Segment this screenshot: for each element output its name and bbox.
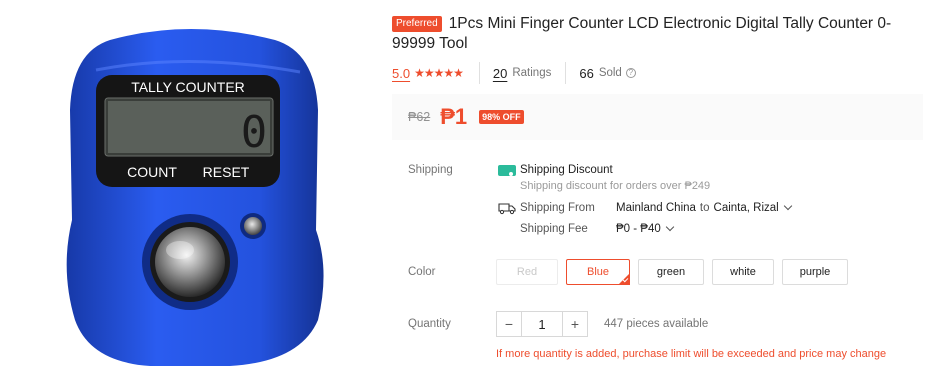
shipping-discount-title: Shipping Discount bbox=[520, 164, 613, 176]
shipping-fee-value: ₱0 - ₱40 bbox=[616, 223, 661, 235]
device-reset-label: RESET bbox=[203, 164, 250, 180]
product-title-row: Preferred 1Pcs Mini Finger Counter LCD El… bbox=[392, 14, 912, 54]
selected-check-icon bbox=[618, 273, 630, 285]
color-option-label: white bbox=[730, 266, 756, 278]
color-option-label: Red bbox=[516, 266, 538, 278]
shipping-from-label: Shipping From bbox=[520, 202, 595, 214]
quantity-input[interactable] bbox=[522, 311, 562, 337]
quantity-warning: If more quantity is added, purchase limi… bbox=[496, 348, 887, 360]
color-label: Color bbox=[408, 266, 436, 278]
color-option-label: purple bbox=[799, 266, 831, 278]
shipping-discount-subtitle: Shipping discount for orders over ₱249 bbox=[520, 180, 711, 192]
device-count-label: COUNT bbox=[127, 164, 177, 180]
available-stock: 447 pieces available bbox=[604, 318, 709, 330]
truck-icon bbox=[498, 203, 516, 215]
color-option-white[interactable]: white bbox=[712, 259, 774, 285]
decrease-quantity-button[interactable]: − bbox=[496, 311, 522, 337]
product-image[interactable]: TALLY COUNTER 0 COUNT RESET bbox=[0, 0, 380, 375]
ratings-count[interactable]: 20 bbox=[493, 66, 507, 81]
color-option-green[interactable]: green bbox=[638, 259, 704, 285]
rating-stars-icon: ★★★★★ bbox=[414, 66, 464, 80]
tally-counter-image: TALLY COUNTER 0 COUNT RESET bbox=[66, 29, 324, 366]
shipping-fee-row: Shipping Fee ₱0 - ₱40 bbox=[520, 221, 674, 237]
color-option-red[interactable]: Red bbox=[496, 259, 558, 285]
color-option-label: green bbox=[656, 266, 686, 278]
shipping-destination-dropdown[interactable]: Cainta, Rizal bbox=[713, 201, 792, 214]
sold-count: 66 bbox=[579, 65, 594, 81]
help-icon[interactable]: ? bbox=[625, 68, 636, 78]
ratings-label: Ratings bbox=[512, 67, 552, 79]
shipping-label: Shipping bbox=[408, 164, 453, 176]
color-options: Red Blue green white purple bbox=[496, 259, 856, 285]
shipping-from-row: Shipping From Mainland China to Cainta, … bbox=[498, 200, 792, 216]
shipping-fee-label: Shipping Fee bbox=[520, 223, 588, 235]
divider bbox=[565, 62, 567, 84]
rating-score[interactable]: 5.0 bbox=[392, 66, 410, 81]
product-info-panel: Preferred 1Pcs Mini Finger Counter LCD El… bbox=[392, 0, 951, 375]
shipping-fee-dropdown[interactable]: ₱0 - ₱40 bbox=[616, 222, 674, 235]
preferred-badge: Preferred bbox=[392, 16, 442, 32]
free-shipping-icon bbox=[498, 164, 516, 176]
current-price: ₱1 bbox=[440, 104, 468, 129]
shipping-discount: Shipping Discount Shipping discount for … bbox=[498, 162, 710, 192]
shipping-destination: Cainta, Rizal bbox=[713, 202, 779, 214]
shipping-from-value: Mainland China bbox=[616, 202, 696, 214]
quantity-label: Quantity bbox=[408, 318, 451, 330]
device-display-digit: 0 bbox=[241, 107, 268, 158]
device-top-label: TALLY COUNTER bbox=[131, 79, 245, 95]
sold-label: Sold bbox=[598, 67, 622, 79]
shipping-to-word: to bbox=[699, 202, 710, 214]
chevron-down-icon bbox=[665, 222, 674, 232]
chevron-down-icon bbox=[783, 201, 792, 211]
color-option-purple[interactable]: purple bbox=[782, 259, 848, 285]
rating-row: 5.0 ★★★★★ 20 Ratings 66 Sold ? bbox=[392, 62, 636, 84]
price-box: ₱62 ₱1 98% OFF bbox=[392, 94, 923, 140]
original-price: ₱62 bbox=[408, 110, 431, 124]
color-option-label: Blue bbox=[586, 266, 610, 278]
quantity-stepper: − + 447 pieces available bbox=[496, 311, 708, 337]
increase-quantity-button[interactable]: + bbox=[562, 311, 588, 337]
divider bbox=[478, 62, 480, 84]
discount-badge: 98% OFF bbox=[479, 110, 524, 124]
color-option-blue[interactable]: Blue bbox=[566, 259, 630, 285]
product-title: 1Pcs Mini Finger Counter LCD Electronic … bbox=[392, 15, 892, 52]
